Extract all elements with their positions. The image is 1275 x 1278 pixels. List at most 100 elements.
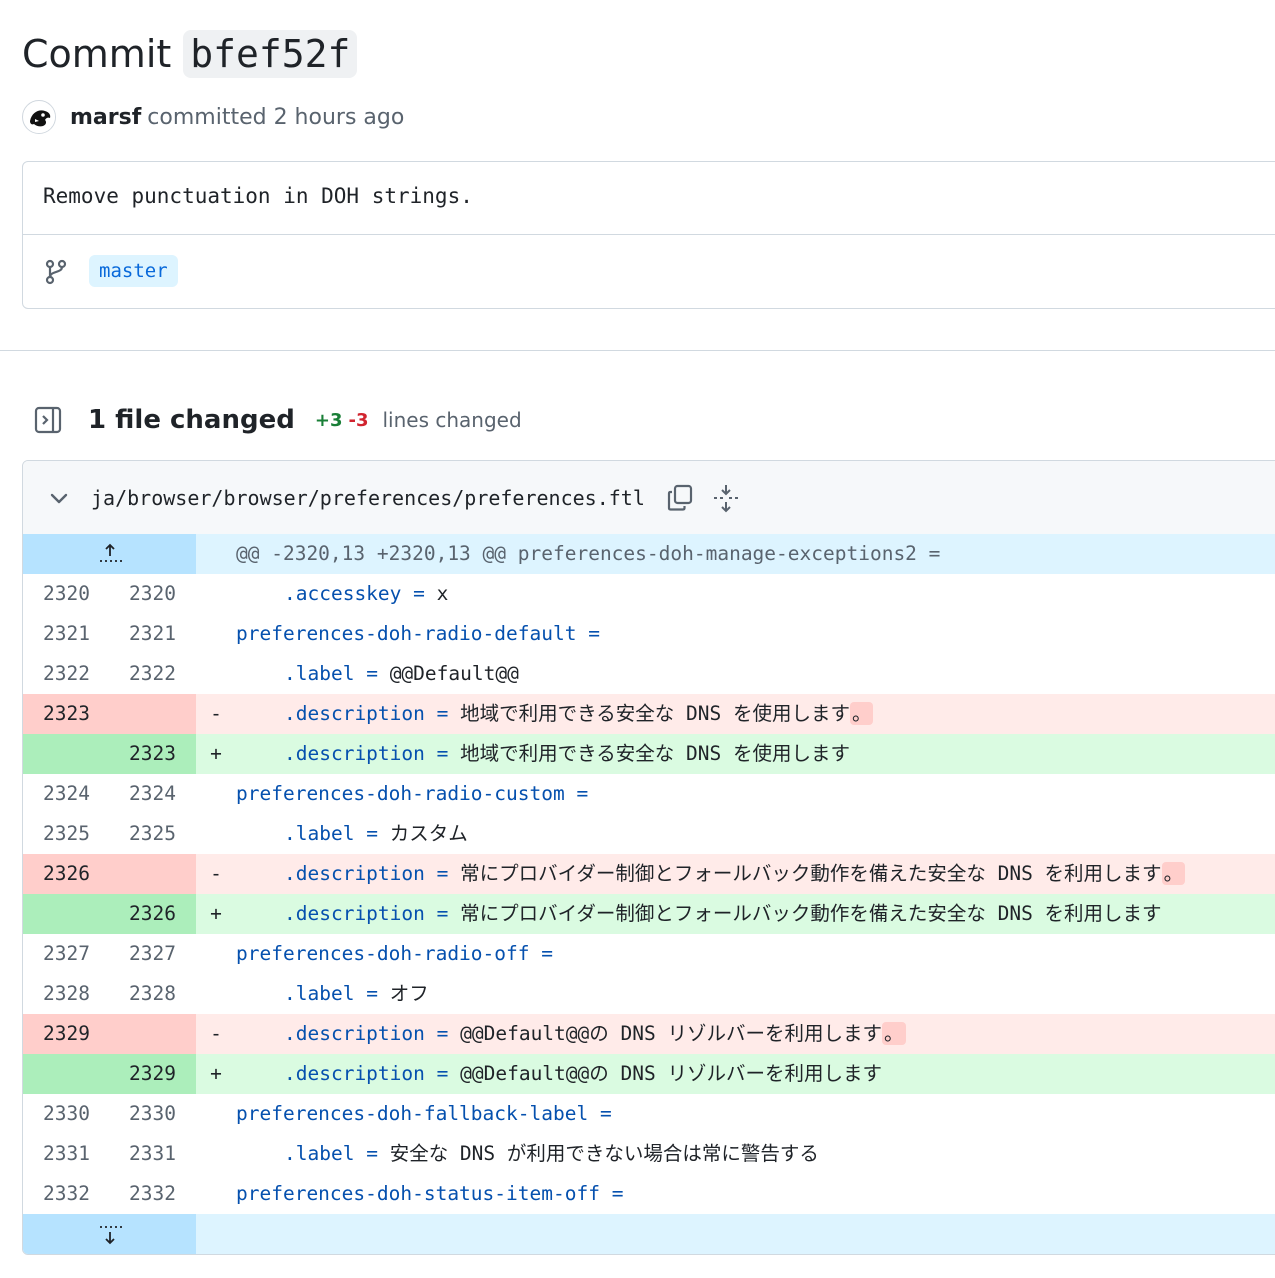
diff-sign: + xyxy=(210,902,222,925)
new-line-number[interactable]: 2326 xyxy=(110,894,196,934)
code-key: preferences-doh-status-item-off xyxy=(236,1182,600,1205)
code-value: @@Default@@の DNS リゾルバーを利用します xyxy=(448,1062,882,1085)
commit-message-box: Remove punctuation in DOH strings. maste… xyxy=(22,161,1275,309)
diff-sign xyxy=(196,814,236,854)
line-code: .description = 常にプロバイダー制御とフォールバック動作を備えた安… xyxy=(236,854,1275,894)
old-line-number[interactable]: 2331 xyxy=(23,1134,110,1174)
new-line-number[interactable]: 2328 xyxy=(110,974,196,1014)
diff-sign xyxy=(196,1134,236,1174)
old-line-number[interactable] xyxy=(23,1054,110,1094)
old-line-number[interactable]: 2325 xyxy=(23,814,110,854)
code-key: .description xyxy=(284,862,425,885)
context-line: 2328 2328 .label = オフ xyxy=(23,974,1275,1014)
old-line-number[interactable]: 2332 xyxy=(23,1174,110,1214)
context-line: 2332 2332 preferences-doh-status-item-off … xyxy=(23,1174,1275,1214)
code-operator: = xyxy=(436,702,449,725)
hunk-header: @@ -2320,13 +2320,13 @@ preferences-doh-… xyxy=(23,534,1275,574)
new-line-number[interactable]: 2322 xyxy=(110,654,196,694)
context-line: 2330 2330 preferences-doh-fallback-label = xyxy=(23,1094,1275,1134)
code-key: .label xyxy=(284,822,355,845)
old-line-number[interactable]: 2324 xyxy=(23,774,110,814)
old-line-number[interactable]: 2326 xyxy=(23,854,110,894)
new-line-number[interactable]: 2320 xyxy=(110,574,196,614)
unfold-icon[interactable] xyxy=(711,483,741,513)
code-value: 常にプロバイダー制御とフォールバック動作を備えた安全な DNS を利用します xyxy=(448,902,1162,925)
new-line-number[interactable]: 2331 xyxy=(110,1134,196,1174)
code-key: .label xyxy=(284,982,355,1005)
old-line-number[interactable]: 2322 xyxy=(23,654,110,694)
removed-char-highlight: 。 xyxy=(881,1022,906,1045)
new-line-number[interactable] xyxy=(110,1014,196,1054)
new-line-number[interactable]: 2329 xyxy=(110,1054,196,1094)
added-line: 2323 + .description = 地域で利用できる安全な DNS を使用し… xyxy=(23,734,1275,774)
file-diff: ja/browser/browser/preferences/preferenc… xyxy=(22,460,1275,1255)
commit-sha[interactable]: bfef52f xyxy=(183,30,358,78)
diff-sign xyxy=(196,574,236,614)
code-value: x xyxy=(424,582,449,605)
old-line-number[interactable]: 2329 xyxy=(23,1014,110,1054)
line-code: .label = オフ xyxy=(236,974,1275,1014)
old-line-number[interactable]: 2327 xyxy=(23,934,110,974)
code-value: 安全な DNS が利用できない場合は常に警告する xyxy=(377,1142,819,1165)
line-code: .label = @@Default@@ xyxy=(236,654,1275,694)
line-code: preferences-doh-radio-custom = xyxy=(236,774,1275,814)
additions-count: +3 xyxy=(314,409,343,431)
line-code: preferences-doh-radio-off = xyxy=(236,934,1275,974)
new-line-number[interactable]: 2321 xyxy=(110,614,196,654)
new-line-number[interactable]: 2332 xyxy=(110,1174,196,1214)
new-line-number[interactable]: 2324 xyxy=(110,774,196,814)
commit-title: Commit bfef52f xyxy=(22,24,358,84)
old-line-number[interactable]: 2321 xyxy=(23,614,110,654)
code-key: preferences-doh-radio-default xyxy=(236,622,577,645)
file-path[interactable]: ja/browser/browser/preferences/preferenc… xyxy=(91,486,645,510)
new-line-number[interactable]: 2323 xyxy=(110,734,196,774)
old-line-number[interactable]: 2323 xyxy=(23,694,110,734)
code-operator: = xyxy=(599,1102,612,1125)
expand-down-icon xyxy=(99,1226,122,1245)
avatar-icon[interactable] xyxy=(22,100,56,134)
code-operator: = xyxy=(576,782,589,805)
new-line-number[interactable] xyxy=(110,854,196,894)
code-operator: = xyxy=(541,942,553,965)
old-line-number[interactable] xyxy=(23,734,110,774)
line-code: preferences-doh-fallback-label = xyxy=(236,1094,1275,1134)
context-line: 2324 2324 preferences-doh-radio-custom = xyxy=(23,774,1275,814)
deleted-line: 2323- .description = 地域で利用できる安全な DNS を使用し… xyxy=(23,694,1275,734)
author-name[interactable]: marsf xyxy=(70,105,141,130)
branch-badge[interactable]: master xyxy=(89,255,178,287)
old-line-number[interactable]: 2320 xyxy=(23,574,110,614)
diff-sign xyxy=(196,654,236,694)
lines-changed-label: lines changed xyxy=(382,408,522,432)
code-value: 常にプロバイダー制御とフォールバック動作を備えた安全な DNS を利用します xyxy=(448,862,1162,885)
copy-icon[interactable] xyxy=(665,483,695,513)
old-line-number[interactable] xyxy=(23,894,110,934)
code-key: .description xyxy=(284,902,425,925)
deleted-line: 2326- .description = 常にプロバイダー制御とフォールバック動作… xyxy=(23,854,1275,894)
code-key: .label xyxy=(284,1142,355,1165)
line-code: .accesskey = x xyxy=(236,574,1275,614)
new-line-number[interactable]: 2325 xyxy=(110,814,196,854)
old-line-number[interactable]: 2330 xyxy=(23,1094,110,1134)
code-key: .description xyxy=(284,702,425,725)
line-code: .label = カスタム xyxy=(236,814,1275,854)
removed-char-highlight: 。 xyxy=(1161,862,1186,885)
sidebar-expand-icon[interactable] xyxy=(34,406,62,434)
line-code: .description = 地域で利用できる安全な DNS を使用します。 xyxy=(236,694,1275,734)
code-value: カスタム xyxy=(377,822,468,845)
section-divider xyxy=(0,350,1275,351)
new-line-number[interactable]: 2327 xyxy=(110,934,196,974)
code-key: .accesskey xyxy=(284,582,402,605)
line-code: .label = 安全な DNS が利用できない場合は常に警告する xyxy=(236,1134,1275,1174)
code-operator: = xyxy=(436,902,449,925)
old-line-number[interactable]: 2328 xyxy=(23,974,110,1014)
context-line: 2320 2320 .accesskey = x xyxy=(23,574,1275,614)
new-line-number[interactable]: 2330 xyxy=(110,1094,196,1134)
expand-down-button[interactable] xyxy=(23,1214,196,1254)
chevron-down-icon[interactable] xyxy=(47,486,71,510)
new-line-number[interactable] xyxy=(110,694,196,734)
code-operator: = xyxy=(366,822,378,845)
code-key: .label xyxy=(284,662,355,685)
code-value: オフ xyxy=(377,982,429,1005)
code-operator: = xyxy=(366,662,378,685)
expand-up-button[interactable] xyxy=(23,534,196,574)
